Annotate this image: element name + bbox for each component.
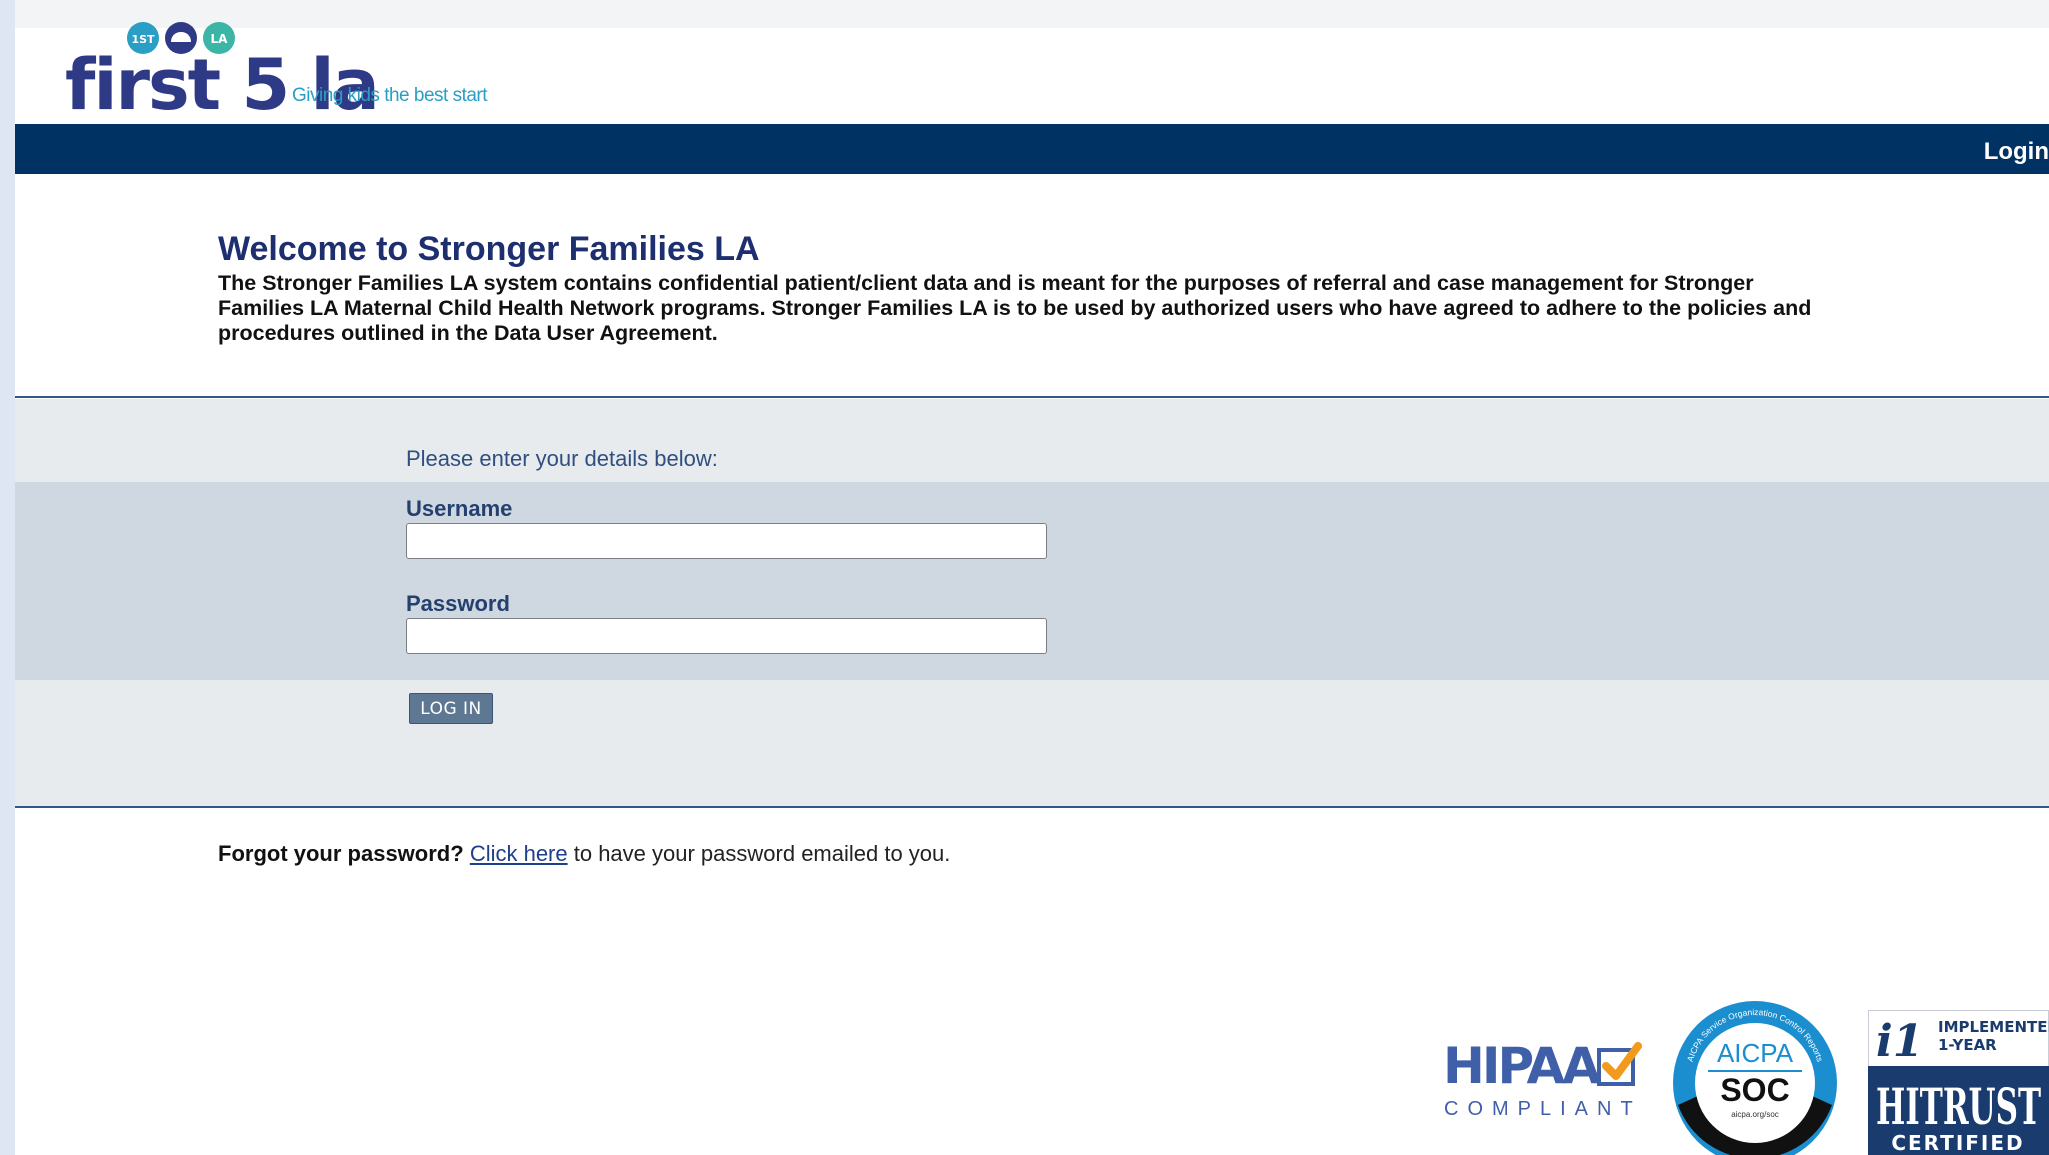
hitrust-implemented: IMPLEMENTED xyxy=(1938,1018,2049,1036)
login-form-panel: Please enter your details below: Usernam… xyxy=(15,399,2049,806)
welcome-notice: The Stronger Families LA system contains… xyxy=(218,271,1812,345)
hitrust-wordmark: HITRUST xyxy=(1876,1077,2041,1136)
password-label: Password xyxy=(406,591,510,616)
credentials-band: Username Password xyxy=(15,482,2049,680)
forgot-password-suffix: to have your password emailed to you. xyxy=(567,841,951,866)
forgot-password-line: Forgot your password? Click here to have… xyxy=(218,841,950,867)
page-title: Welcome to Stronger Families LA xyxy=(218,230,760,268)
nav-login-link[interactable]: Login xyxy=(1984,138,2049,166)
divider-bottom xyxy=(15,806,2049,808)
page-header: 1ST LA first 5 la Giving kids the best s… xyxy=(15,0,2049,124)
aicpa-soc-label: SOC xyxy=(1720,1072,1789,1108)
forgot-password-question: Forgot your password? xyxy=(218,841,464,866)
hipaa-compliant-badge: HIPAA COMPLIANT xyxy=(1443,1040,1653,1125)
forgot-password-link[interactable]: Click here xyxy=(470,841,568,866)
hitrust-duration: 1-YEAR xyxy=(1938,1036,1997,1054)
aicpa-soc-badge: AICPA Service Organization Control Repor… xyxy=(1673,1001,1837,1155)
hitrust-i1-mark: i1 xyxy=(1876,1016,1923,1067)
hipaa-wordmark: HIPAA xyxy=(1443,1037,1601,1095)
first5la-logo: 1ST LA first 5 la Giving kids the best s… xyxy=(49,20,549,120)
left-edge-rail xyxy=(0,0,15,1155)
aicpa-url: aicpa.org/soc xyxy=(1731,1110,1779,1119)
login-button[interactable]: LOG IN xyxy=(409,693,493,724)
aicpa-label: AICPA xyxy=(1717,1038,1794,1068)
hitrust-certified-label: CERTIFIED xyxy=(1891,1131,2024,1155)
username-label: Username xyxy=(406,496,513,521)
logo-tagline: Giving kids the best start xyxy=(292,85,488,106)
divider-top xyxy=(15,396,2049,398)
hipaa-subtitle: COMPLIANT xyxy=(1444,1098,1642,1120)
login-prompt: Please enter your details below: xyxy=(406,446,718,471)
checkbox-check-icon xyxy=(1597,1042,1642,1086)
username-input[interactable] xyxy=(406,523,1047,559)
password-input[interactable] xyxy=(406,618,1047,654)
hitrust-certified-badge: i1 IMPLEMENTED 1-YEAR HITRUST CERTIFIED xyxy=(1868,1010,2049,1155)
top-nav-bar: Login xyxy=(15,124,2049,174)
